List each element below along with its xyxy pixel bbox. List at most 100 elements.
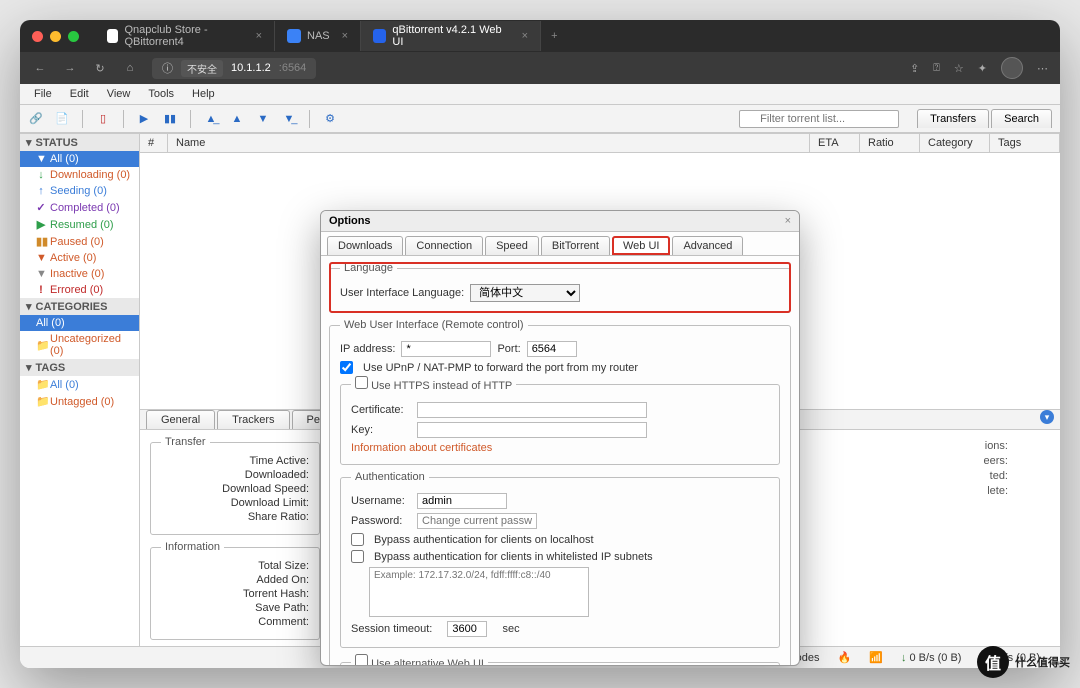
move-bottom-icon[interactable]: ▼̲ — [281, 111, 297, 127]
filter-input[interactable] — [739, 110, 899, 128]
tab-search[interactable]: Search — [991, 109, 1052, 128]
sidebar-status-header[interactable]: ▾ STATUS — [20, 134, 139, 151]
ip-input[interactable] — [401, 341, 491, 357]
close-icon[interactable]: × — [522, 30, 528, 42]
sidebar-status-active[interactable]: ▼Active (0) — [20, 250, 139, 266]
sidebar-status-completed[interactable]: ✓Completed (0) — [20, 199, 139, 216]
reload-icon[interactable]: ↻ — [92, 62, 108, 75]
username-input[interactable] — [417, 493, 507, 509]
key-input[interactable] — [417, 422, 647, 438]
sidebar: ▾ STATUS ▼All (0) ↓Downloading (0) ↑Seed… — [20, 134, 140, 646]
tab-transfers[interactable]: Transfers — [917, 109, 989, 128]
https-checkbox[interactable] — [355, 376, 368, 389]
legend: Transfer — [161, 436, 210, 448]
browser-tabs: Qnapclub Store - QBittorrent4 × NAS× qBit… — [95, 21, 1048, 51]
cert-input[interactable] — [417, 402, 647, 418]
menu-view[interactable]: View — [99, 86, 139, 102]
language-select[interactable]: 简体中文 — [470, 284, 580, 302]
url-box[interactable]: ⓘ 不安全 10.1.1.2:6564 — [152, 58, 316, 79]
sidebar-tags-header[interactable]: ▾ TAGS — [20, 359, 139, 376]
move-top-icon[interactable]: ▲̲ — [203, 111, 219, 127]
subnet-textarea[interactable] — [369, 567, 589, 617]
move-down-icon[interactable]: ▼ — [255, 111, 271, 127]
col-tags[interactable]: Tags — [990, 134, 1060, 152]
menu-tools[interactable]: Tools — [140, 86, 182, 102]
favorites-icon[interactable]: ✦ — [978, 62, 987, 75]
tab-bittorrent[interactable]: BitTorrent — [541, 236, 610, 255]
sidebar-cat-uncategorized[interactable]: 📁Uncategorized (0) — [20, 331, 139, 359]
back-icon[interactable]: ← — [32, 62, 48, 74]
sidebar-status-errored[interactable]: !Errored (0) — [20, 282, 139, 298]
col-ratio[interactable]: Ratio — [860, 134, 920, 152]
upnp-checkbox[interactable] — [340, 361, 353, 374]
sidebar-status-inactive[interactable]: ▼Inactive (0) — [20, 266, 139, 282]
port-input[interactable] — [527, 341, 577, 357]
add-link-icon[interactable]: 🔗 — [28, 111, 44, 127]
options-dialog: Options × Downloads Connection Speed Bit… — [320, 210, 800, 666]
timeout-input[interactable] — [447, 621, 487, 637]
reader-icon[interactable]: ⇪ — [910, 62, 919, 75]
move-up-icon[interactable]: ▲ — [229, 111, 245, 127]
star-icon[interactable]: ☆ — [954, 62, 964, 75]
expand-icon[interactable]: ▾ — [1040, 410, 1054, 424]
translate-icon[interactable]: ⍰ — [933, 62, 940, 75]
info-icon: ⓘ — [162, 60, 173, 76]
tab-downloads[interactable]: Downloads — [327, 236, 403, 255]
bypass-localhost-checkbox[interactable] — [351, 533, 364, 546]
browser-tab-2[interactable]: qBittorrent v4.2.1 Web UI× — [361, 21, 541, 51]
bypass-subnet-checkbox[interactable] — [351, 550, 364, 563]
add-file-icon[interactable]: 📄 — [54, 111, 70, 127]
forward-icon[interactable]: → — [62, 62, 78, 74]
menu-help[interactable]: Help — [184, 86, 223, 102]
altwebui-checkbox[interactable] — [355, 654, 368, 665]
tab-webui[interactable]: Web UI — [612, 236, 670, 255]
col-name[interactable]: Name — [168, 134, 810, 152]
sidebar-status-resumed[interactable]: ▶Resumed (0) — [20, 216, 139, 233]
close-icon[interactable]: × — [256, 30, 262, 42]
resume-icon[interactable]: ▶ — [136, 111, 152, 127]
sidebar-categories-header[interactable]: ▾ CATEGORIES — [20, 298, 139, 315]
menu-edit[interactable]: Edit — [62, 86, 97, 102]
browser-tab-1[interactable]: NAS× — [275, 21, 361, 51]
transfer-fieldset: Transfer Time Active: Downloaded: Downlo… — [150, 436, 320, 535]
tab-label: Qnapclub Store - QBittorrent4 — [124, 24, 243, 48]
pause-icon[interactable]: ▮▮ — [162, 111, 178, 127]
tab-connection[interactable]: Connection — [405, 236, 483, 255]
sidebar-tag-all[interactable]: 📁All (0) — [20, 376, 139, 393]
home-icon[interactable]: ⌂ — [122, 62, 138, 74]
col-category[interactable]: Category — [920, 134, 990, 152]
delete-icon[interactable]: ▯ — [95, 111, 111, 127]
sidebar-tag-untagged[interactable]: 📁Untagged (0) — [20, 393, 139, 410]
connection-icon: 🔥 — [838, 651, 852, 664]
col-eta[interactable]: ETA — [810, 134, 860, 152]
col-num[interactable]: # — [140, 134, 168, 152]
sidebar-status-all[interactable]: ▼All (0) — [20, 151, 139, 167]
close-icon[interactable]: × — [785, 215, 791, 227]
sidebar-cat-all[interactable]: All (0) — [20, 315, 139, 331]
cert-info-link[interactable]: Information about certificates — [351, 442, 492, 454]
close-icon[interactable]: × — [342, 30, 348, 42]
browser-tab-0[interactable]: Qnapclub Store - QBittorrent4 × — [95, 21, 275, 51]
favicon-icon — [107, 29, 118, 43]
sidebar-status-downloading[interactable]: ↓Downloading (0) — [20, 167, 139, 183]
tab-advanced[interactable]: Advanced — [672, 236, 743, 255]
close-icon[interactable] — [32, 31, 43, 42]
gear-icon[interactable]: ⚙ — [322, 111, 338, 127]
traffic-lights[interactable] — [32, 31, 79, 42]
minimize-icon[interactable] — [50, 31, 61, 42]
menu-file[interactable]: File — [26, 86, 60, 102]
new-tab-button[interactable]: + — [541, 30, 567, 42]
avatar[interactable] — [1001, 57, 1023, 79]
tab-trackers[interactable]: Trackers — [217, 410, 289, 429]
auth-fieldset: Authentication Username: Password: Bypas… — [340, 471, 780, 648]
address-bar: ← → ↻ ⌂ ⓘ 不安全 10.1.1.2:6564 ⇪ ⍰ ☆ ✦ ⋯ — [20, 52, 1060, 84]
tab-general[interactable]: General — [146, 410, 215, 429]
menu-icon[interactable]: ⋯ — [1037, 62, 1048, 75]
speed-icon[interactable]: 📶 — [869, 651, 883, 664]
lang-label: User Interface Language: — [340, 287, 464, 299]
sidebar-status-seeding[interactable]: ↑Seeding (0) — [20, 183, 139, 199]
zoom-icon[interactable] — [68, 31, 79, 42]
tab-speed[interactable]: Speed — [485, 236, 539, 255]
password-input[interactable] — [417, 513, 537, 529]
sidebar-status-paused[interactable]: ▮▮Paused (0) — [20, 233, 139, 250]
